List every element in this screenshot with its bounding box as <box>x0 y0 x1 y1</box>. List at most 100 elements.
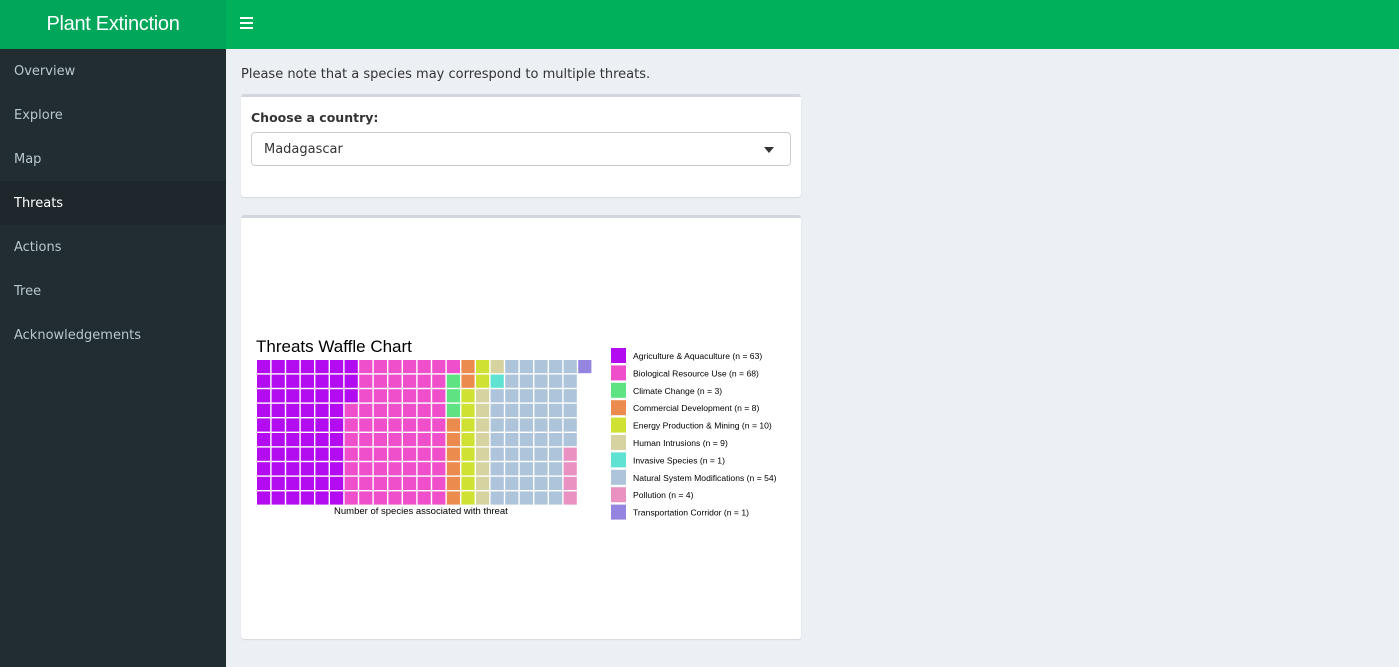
waffle-cell <box>403 418 417 432</box>
waffle-cell <box>563 403 577 417</box>
waffle-cell <box>505 447 519 461</box>
waffle-cell <box>344 447 358 461</box>
waffle-cell <box>534 374 548 388</box>
waffle-cell <box>344 374 358 388</box>
app-title: Plant Extinction <box>0 0 226 49</box>
waffle-cell <box>417 447 431 461</box>
sidebar-item-overview[interactable]: Overview <box>0 49 226 93</box>
sidebar-item-map[interactable]: Map <box>0 137 226 181</box>
waffle-cell <box>490 491 504 505</box>
legend-label: Pollution (n = 4) <box>633 490 694 500</box>
waffle-cell <box>446 433 460 447</box>
waffle-cell <box>388 389 402 403</box>
country-select-label: Choose a country: <box>251 110 379 125</box>
sidebar-item-actions[interactable]: Actions <box>0 225 226 269</box>
country-select-box: Choose a country: Madagascar <box>241 94 801 197</box>
waffle-cell <box>388 476 402 490</box>
waffle-cell <box>563 418 577 432</box>
waffle-cell <box>505 418 519 432</box>
waffle-cell <box>373 418 387 432</box>
legend-label: Energy Production & Mining (n = 10) <box>633 421 772 431</box>
waffle-cell <box>519 447 533 461</box>
waffle-cell <box>476 491 490 505</box>
waffle-cell <box>286 403 300 417</box>
waffle-cell <box>505 491 519 505</box>
waffle-cell <box>461 374 475 388</box>
sidebar-item-threats[interactable]: Threats <box>0 181 226 225</box>
waffle-cell <box>432 491 446 505</box>
waffle-cell <box>476 433 490 447</box>
waffle-cell <box>417 374 431 388</box>
waffle-cell <box>476 476 490 490</box>
legend-label: Human Intrusions (n = 9) <box>633 438 728 448</box>
waffle-cell <box>432 476 446 490</box>
waffle-cell <box>373 433 387 447</box>
sidebar-item-acknowledgements[interactable]: Acknowledgements <box>0 313 226 357</box>
waffle-cell <box>344 360 358 374</box>
waffle-cell <box>417 476 431 490</box>
waffle-cell <box>461 462 475 476</box>
waffle-cell <box>534 447 548 461</box>
waffle-cell <box>563 462 577 476</box>
waffle-cell <box>505 403 519 417</box>
waffle-cell <box>432 403 446 417</box>
waffle-cell <box>257 491 271 505</box>
menu-toggle-icon[interactable] <box>240 17 253 29</box>
waffle-chart: Threats Waffle Chart Number of species as… <box>256 337 777 520</box>
waffle-cell <box>403 389 417 403</box>
waffle-cell <box>330 476 344 490</box>
waffle-cell <box>417 360 431 374</box>
waffle-cell <box>359 476 373 490</box>
waffle-cell <box>300 374 314 388</box>
waffle-cell <box>417 389 431 403</box>
waffle-cell <box>315 433 329 447</box>
sidebar-item-tree[interactable]: Tree <box>0 269 226 313</box>
waffle-cell <box>519 418 533 432</box>
legend-label: Invasive Species (n = 1) <box>633 455 725 465</box>
waffle-cell <box>446 374 460 388</box>
waffle-cell <box>461 476 475 490</box>
waffle-cell <box>461 403 475 417</box>
legend-swatch <box>611 400 626 416</box>
waffle-cell <box>359 447 373 461</box>
waffle-cell <box>505 476 519 490</box>
waffle-cell <box>344 418 358 432</box>
waffle-cell <box>373 403 387 417</box>
waffle-cell <box>446 491 460 505</box>
waffle-cell <box>476 403 490 417</box>
waffle-cell <box>461 491 475 505</box>
waffle-cell <box>505 389 519 403</box>
sidebar-item-explore[interactable]: Explore <box>0 93 226 137</box>
waffle-cell <box>461 389 475 403</box>
waffle-cell <box>519 389 533 403</box>
waffle-cell <box>417 433 431 447</box>
waffle-cell <box>330 403 344 417</box>
waffle-cell <box>403 491 417 505</box>
chart-title: Threats Waffle Chart <box>256 337 412 356</box>
waffle-cell <box>403 374 417 388</box>
waffle-cell <box>476 389 490 403</box>
waffle-cell <box>344 433 358 447</box>
waffle-cell <box>315 374 329 388</box>
waffle-cell <box>519 403 533 417</box>
waffle-cell <box>549 447 563 461</box>
country-select[interactable]: Madagascar <box>251 132 791 166</box>
waffle-cell <box>257 433 271 447</box>
legend-label: Climate Change (n = 3) <box>633 386 722 396</box>
waffle-cell <box>315 491 329 505</box>
waffle-cell <box>563 491 577 505</box>
waffle-cell <box>490 462 504 476</box>
waffle-cell <box>315 476 329 490</box>
waffle-cell <box>300 389 314 403</box>
waffle-cell <box>271 447 285 461</box>
waffle-cell <box>446 462 460 476</box>
waffle-cell <box>286 491 300 505</box>
waffle-cell <box>330 374 344 388</box>
waffle-cell <box>549 462 563 476</box>
waffle-cell <box>344 403 358 417</box>
legend-swatch <box>611 435 626 450</box>
waffle-cell <box>330 433 344 447</box>
waffle-cell <box>257 374 271 388</box>
waffle-cell <box>373 476 387 490</box>
legend-label: Agriculture & Aquaculture (n = 63) <box>633 351 762 361</box>
